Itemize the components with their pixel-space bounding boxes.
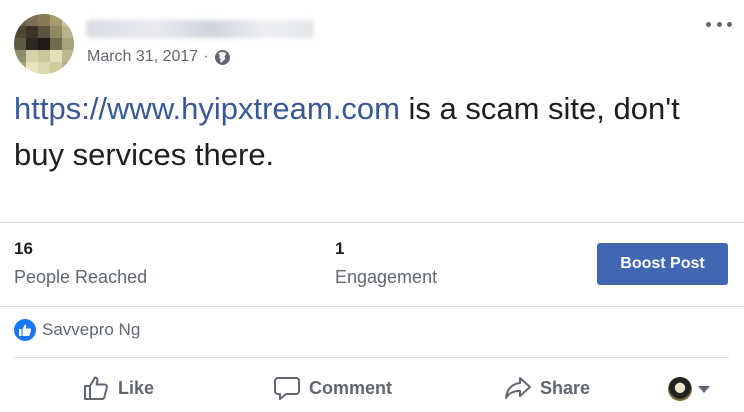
- like-reaction-icon: [14, 319, 36, 341]
- post-text: https://www.hyipxtream.com is a scam sit…: [14, 86, 729, 178]
- post-link[interactable]: https://www.hyipxtream.com: [14, 91, 400, 126]
- more-options-icon[interactable]: [706, 14, 732, 34]
- engagement-value: 1: [335, 239, 345, 258]
- reaction-names: Savvepro Ng: [42, 320, 141, 339]
- reactions-summary[interactable]: Savvepro Ng: [14, 318, 140, 342]
- comment-label: Comment: [309, 377, 393, 398]
- author-name-redacted[interactable]: [86, 20, 314, 38]
- facebook-post: March 31, 2017 · https://www.hyipxtream.…: [0, 0, 744, 412]
- people-reached-stat[interactable]: 16 People Reached: [14, 238, 147, 288]
- engagement-label: Engagement: [335, 267, 438, 287]
- post-as-selector[interactable]: [668, 376, 710, 402]
- comment-button[interactable]: Comment: [273, 372, 392, 404]
- share-icon: [504, 374, 532, 402]
- like-button[interactable]: Like: [82, 372, 154, 404]
- boost-post-button[interactable]: Boost Post: [597, 243, 728, 285]
- chevron-down-icon: [698, 385, 710, 393]
- page-avatar: [668, 377, 692, 401]
- share-label: Share: [540, 377, 591, 398]
- post-date[interactable]: March 31, 2017: [87, 48, 198, 66]
- divider: [0, 306, 744, 307]
- like-label: Like: [118, 377, 155, 398]
- engagement-stat[interactable]: 1 Engagement: [335, 238, 437, 288]
- divider: [0, 222, 744, 223]
- people-reached-value: 16: [14, 239, 33, 258]
- thumbs-up-icon: [82, 374, 110, 402]
- globe-icon[interactable]: [214, 49, 231, 66]
- author-avatar[interactable]: [14, 14, 74, 74]
- people-reached-label: People Reached: [14, 267, 148, 287]
- post-meta: March 31, 2017 ·: [87, 47, 231, 67]
- share-button[interactable]: Share: [504, 372, 590, 404]
- date-separator: ·: [203, 48, 209, 65]
- comment-icon: [273, 374, 301, 402]
- divider: [14, 357, 729, 358]
